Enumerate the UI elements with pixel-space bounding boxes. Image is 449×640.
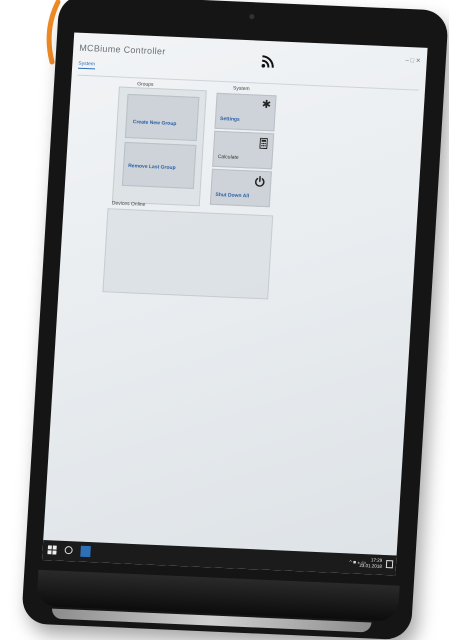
calculator-icon [259,138,268,149]
notification-icon[interactable] [386,560,393,568]
window-controls[interactable]: – □ ✕ [405,57,421,65]
shutdown-label: Shut Down All [215,192,249,199]
create-group-label: Create New Group [133,119,177,127]
rss-icon[interactable] [260,55,275,70]
tab-system[interactable]: System [78,61,95,70]
settings-label: Settings [220,116,240,123]
remove-group-button[interactable]: Remove Last Group [122,142,197,189]
groups-panel: Create New Group Remove Last Group [112,87,207,207]
calculate-label: Calculate [218,154,239,161]
search-icon[interactable] [64,546,72,554]
settings-button[interactable]: ✱ Settings [214,93,276,132]
app-title: MCBiume Controller [79,43,166,57]
shutdown-button[interactable]: Shut Down All [210,169,272,208]
taskbar: ^ ■ ⁎ ▭ 17:29 23.01.2018 [42,540,397,575]
create-group-button[interactable]: Create New Group [125,94,200,141]
clock-date: 23.01.2018 [359,563,382,570]
windows-start-icon[interactable] [47,545,57,554]
calculate-button[interactable]: Calculate [212,131,274,170]
taskbar-app-icon[interactable] [80,546,91,557]
screen: MCBiume Controller – □ ✕ System Groups C… [42,32,428,575]
devices-online-list [102,208,273,299]
gear-icon: ✱ [261,100,271,111]
tablet-device: MCBiume Controller – □ ✕ System Groups C… [0,0,449,639]
system-heading: System [233,85,250,92]
devices-heading: Devices Online [112,200,146,207]
remove-group-label: Remove Last Group [128,163,176,171]
power-icon [254,176,266,187]
front-camera [249,14,254,19]
taskbar-clock[interactable]: 17:29 23.01.2018 [359,557,382,570]
tablet-body: MCBiume Controller – □ ✕ System Groups C… [21,0,449,640]
